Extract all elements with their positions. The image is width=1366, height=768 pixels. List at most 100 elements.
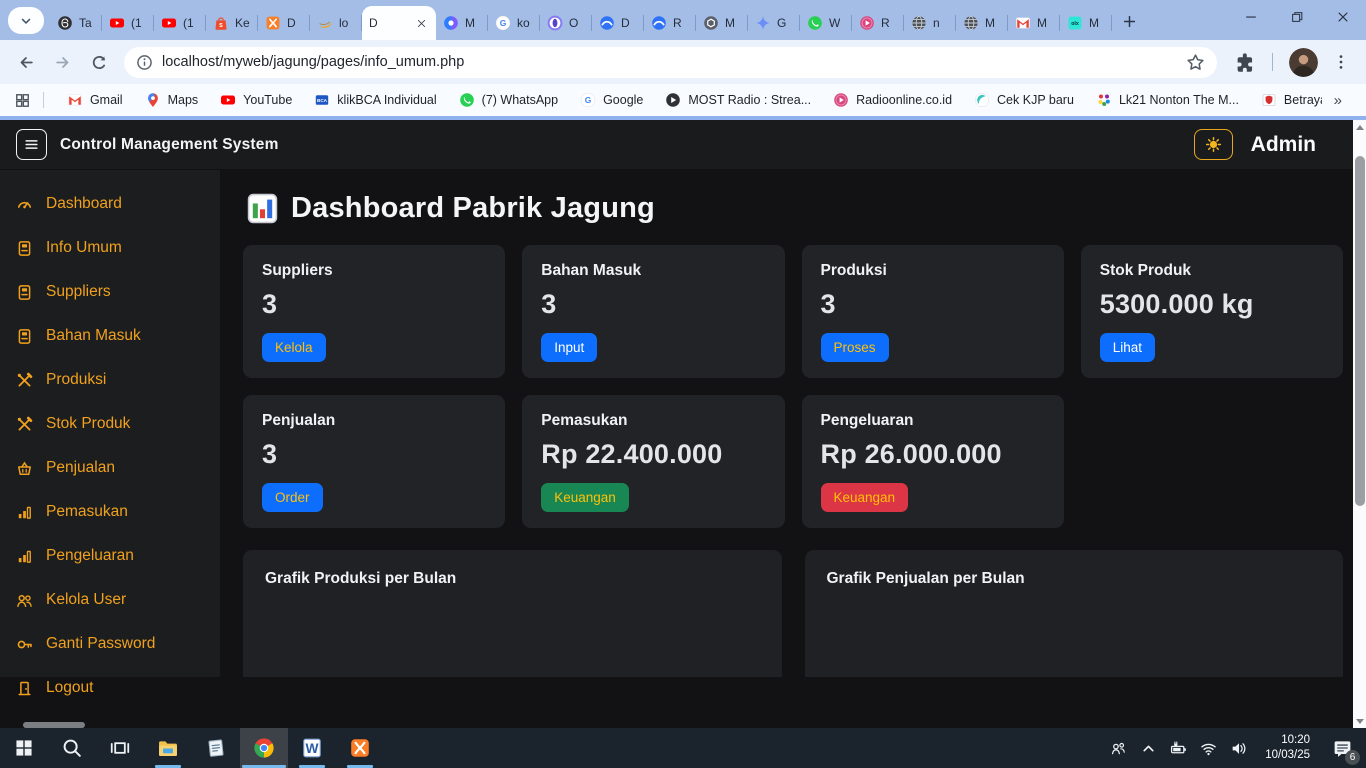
minimize-button[interactable] [1228,0,1274,34]
bookmarks-overflow-chevron[interactable]: » [1324,92,1352,109]
browser-tab[interactable]: D [592,6,644,40]
close-button[interactable] [1320,0,1366,34]
restore-button[interactable] [1274,0,1320,34]
taskbar-app[interactable] [96,728,144,768]
bookmark-item[interactable]: Google [569,87,654,113]
back-button[interactable] [10,46,42,78]
bookmark-item[interactable]: Lk21 Nonton The M... [1085,87,1250,113]
card-action-button[interactable]: Proses [821,333,889,362]
browser-tab[interactable]: R [644,6,696,40]
theme-toggle-button[interactable] [1194,129,1233,160]
new-tab-button[interactable] [1114,6,1144,36]
volume-icon [1230,740,1247,757]
bookmark-star-icon[interactable] [1186,53,1205,72]
browser-tab[interactable]: O [540,6,592,40]
browser-tab[interactable]: lo [310,6,362,40]
charts-row: Grafik Produksi per Bulan Grafik Penjual… [243,550,1343,677]
scroll-up-button[interactable] [1353,120,1366,134]
browser-tab[interactable]: G [748,6,800,40]
tab-close-icon[interactable] [413,15,429,31]
card-action-button[interactable]: Keuangan [541,483,629,512]
browser-tab[interactable]: (1 [102,6,154,40]
card-action-button[interactable]: Keuangan [821,483,909,512]
browser-tab[interactable]: (1 [154,6,206,40]
taskbar-app[interactable] [288,728,336,768]
sidebar-item[interactable]: Dashboard [0,182,220,226]
sidebar-item[interactable]: Bahan Masuk [0,314,220,358]
tab-search-button[interactable] [8,7,44,34]
sidebar-item[interactable]: Produksi [0,358,220,402]
sidebar-toggle-button[interactable] [16,129,47,160]
card-value: Rp 22.400.000 [541,439,765,470]
address-bar[interactable]: localhost/myweb/jagung/pages/info_umum.p… [124,47,1217,78]
taskbar-app[interactable] [144,728,192,768]
scroll-down-button[interactable] [1353,714,1366,728]
card-action-button[interactable]: Kelola [262,333,326,362]
card-label: Penjualan [262,412,486,430]
tray-icon[interactable] [1163,728,1193,768]
taskbar-app[interactable] [240,728,288,768]
site-info-icon[interactable] [136,54,153,71]
browser-tab[interactable]: Ke [206,6,258,40]
user-label[interactable]: Admin [1251,133,1316,157]
forward-button[interactable] [46,46,78,78]
browser-tab[interactable]: M [696,6,748,40]
vertical-scrollbar[interactable] [1353,120,1366,728]
sidebar-item[interactable]: Kelola User [0,578,220,622]
taskbar-app[interactable] [0,728,48,768]
sidebar-item[interactable]: Info Umum [0,226,220,270]
bookmark-item[interactable]: Betrayal (2023) Stre... [1250,87,1322,113]
action-center-button[interactable]: 6 [1322,728,1362,768]
browser-tab[interactable]: M [956,6,1008,40]
apps-grid-icon[interactable] [14,92,31,109]
klikbca-icon [314,92,330,108]
taskbar-app[interactable] [336,728,384,768]
sidebar-item[interactable]: Suppliers [0,270,220,314]
card-action-button[interactable]: Lihat [1100,333,1155,362]
tray-icon[interactable] [1133,728,1163,768]
bookmark-item[interactable]: (7) WhatsApp [448,87,569,113]
sidebar-item[interactable]: Penjualan [0,446,220,490]
browser-tab[interactable]: W [800,6,852,40]
browser-tab[interactable]: M [1060,6,1112,40]
tray-icon[interactable] [1103,728,1133,768]
taskbar-app[interactable] [48,728,96,768]
bookmark-item[interactable]: Cek KJP baru [963,87,1085,113]
tray-icon[interactable] [1223,728,1253,768]
browser-tab[interactable]: R [852,6,904,40]
taskbar-clock[interactable]: 10:20 10/03/25 [1257,733,1318,763]
main-content: Dashboard Pabrik Jagung Suppliers 3 Kelo… [220,170,1366,677]
vertical-scrollbar-thumb[interactable] [1355,156,1365,506]
url-text[interactable]: localhost/myweb/jagung/pages/info_umum.p… [162,54,1178,70]
profile-avatar[interactable] [1289,48,1318,77]
bookmark-item[interactable]: MOST Radio : Strea... [654,87,822,113]
taskbar-app[interactable] [192,728,240,768]
bookmark-item[interactable]: Maps [134,87,210,113]
bookmark-item[interactable]: YouTube [209,87,303,113]
reload-button[interactable] [82,46,114,78]
browser-tab[interactable]: D [258,6,310,40]
browser-menu-icon[interactable] [1332,53,1350,71]
browser-tab[interactable]: M [1008,6,1060,40]
sidebar-item[interactable]: Pemasukan [0,490,220,534]
maps-icon [145,92,161,108]
browser-tab[interactable]: ko [488,6,540,40]
extensions-icon[interactable] [1235,52,1256,73]
card-action-button[interactable]: Order [262,483,323,512]
tray-icon[interactable] [1193,728,1223,768]
sidebar: Dashboard Info Umum Suppliers Ba [0,170,220,677]
browser-tab[interactable]: n [904,6,956,40]
bookmark-item[interactable]: klikBCA Individual [303,87,447,113]
sidebar-item[interactable]: Stok Produk [0,402,220,446]
browser-tab[interactable]: M [436,6,488,40]
browser-tab[interactable]: D [362,6,436,40]
card-action-button[interactable]: Input [541,333,597,362]
tab-list: Ta (1 (1 [50,0,1112,40]
card-value: Rp 26.000.000 [821,439,1045,470]
sidebar-item[interactable]: Pengeluaran [0,534,220,578]
sidebar-item[interactable]: Ganti Password [0,622,220,666]
bookmark-item[interactable]: Gmail [56,87,134,113]
browser-tab[interactable]: Ta [50,6,102,40]
bookmark-item[interactable]: Radioonline.co.id [822,87,963,113]
sidebar-item[interactable]: Logout [0,666,220,710]
